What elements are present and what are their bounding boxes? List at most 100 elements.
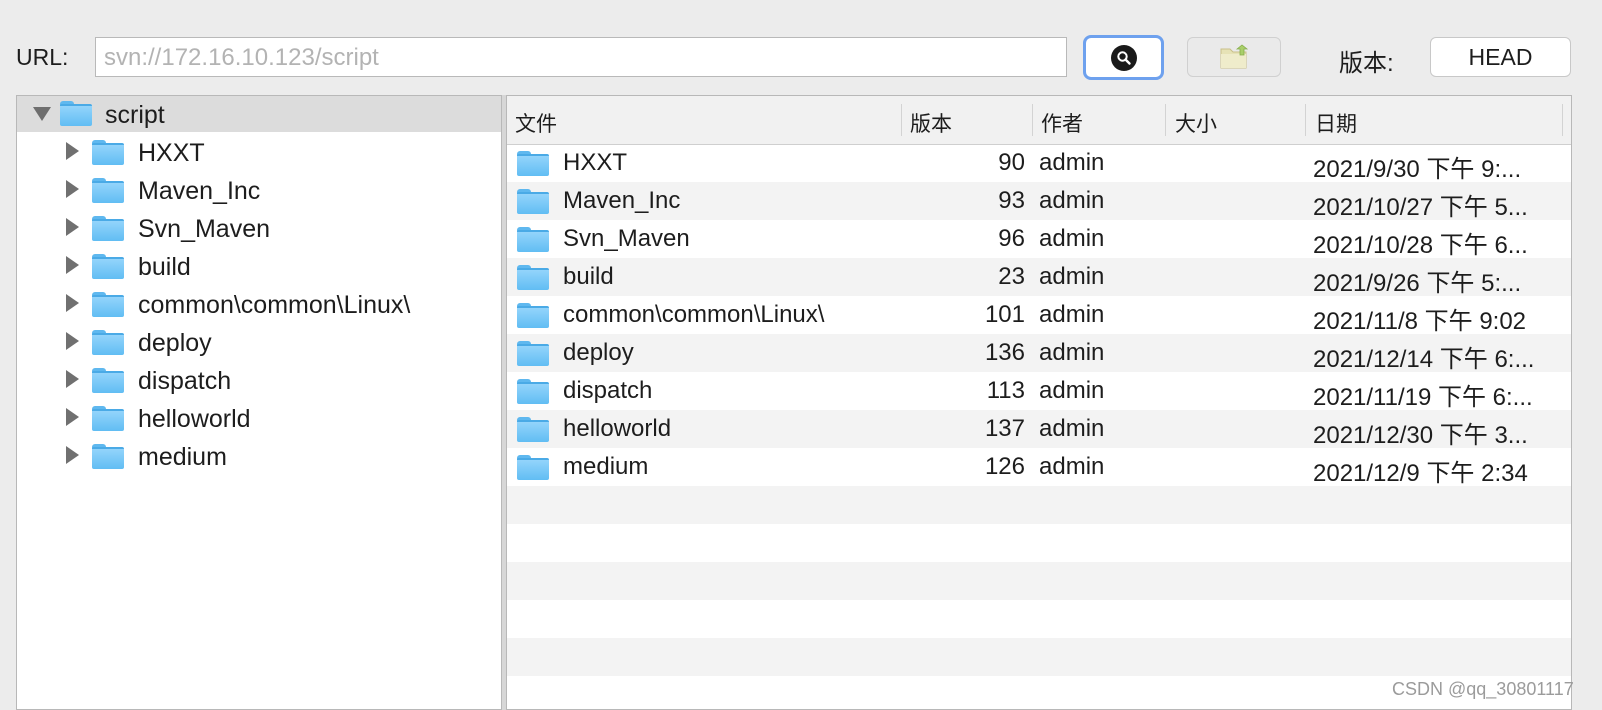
tree-item-label: dispatch [138, 367, 232, 395]
tree-item[interactable]: helloworld [17, 400, 487, 436]
folder-icon [92, 254, 124, 279]
tree-item[interactable]: medium [17, 438, 487, 474]
revision-cell: 137 [984, 415, 1025, 442]
folder-tree: script HXXT Maven_Inc Svn_Mavenbuild common… [16, 95, 502, 710]
expand-arrow-icon[interactable] [66, 218, 79, 236]
tree-item-label: Maven_Inc [138, 177, 261, 205]
folder-icon [517, 417, 549, 442]
empty-row [507, 524, 1571, 562]
expand-arrow-icon[interactable] [66, 294, 79, 312]
date-cell: 2021/11/8 下午 9:02 [1313, 308, 1527, 335]
column-divider[interactable] [1562, 104, 1563, 136]
folder-icon [92, 406, 124, 431]
expand-arrow-icon[interactable] [66, 408, 79, 426]
expand-arrow-icon[interactable] [66, 446, 79, 464]
column-divider[interactable] [1032, 104, 1033, 136]
date-cell: 2021/12/14 下午 6:... [1313, 346, 1535, 373]
folder-icon [517, 227, 549, 252]
file-name-cell: Svn_Maven [563, 225, 690, 252]
empty-row [507, 562, 1571, 600]
revision-button[interactable]: HEAD [1430, 37, 1571, 77]
watermark: CSDN @qq_30801117 [1392, 679, 1574, 699]
tree-item[interactable]: common\common\Linux\ [17, 286, 487, 322]
column-header-author[interactable]: 作者 [1041, 108, 1083, 138]
folder-icon [517, 455, 549, 480]
revision-cell: 126 [984, 453, 1025, 480]
folder-icon [92, 330, 124, 355]
tree-root-item[interactable]: script [17, 96, 501, 132]
file-name-cell: Maven_Inc [563, 187, 681, 214]
tree-item-label: common\common\Linux\ [138, 291, 411, 319]
date-cell: 2021/11/19 下午 6:... [1313, 384, 1533, 411]
folder-icon [92, 178, 124, 203]
tree-item[interactable]: dispatch [17, 362, 487, 398]
author-cell: admin [1039, 301, 1105, 328]
tree-item[interactable]: deploy [17, 324, 487, 360]
expand-arrow-icon[interactable] [66, 142, 79, 160]
tree-item[interactable]: Maven_Inc [17, 172, 487, 208]
revision-cell: 96 [998, 225, 1025, 252]
date-cell: 2021/12/9 下午 2:34 [1313, 460, 1528, 487]
author-cell: admin [1039, 149, 1105, 176]
revision-cell: 23 [998, 263, 1025, 290]
file-name-cell: HXXT [563, 149, 628, 176]
author-cell: admin [1039, 225, 1105, 252]
table-row[interactable]: build 23 admin 2021/9/26 下午 5:... [507, 258, 1571, 297]
tree-item[interactable]: Svn_Maven [17, 210, 487, 246]
table-row[interactable]: deploy 136 admin 2021/12/14 下午 6:... [507, 334, 1571, 373]
table-row[interactable]: common\common\Linux\ 101 admin 2021/11/8 下午… [507, 296, 1571, 335]
folder-icon [60, 101, 92, 126]
table-row[interactable]: helloworld 137 admin 2021/12/30 下午 3... [507, 410, 1571, 449]
expand-arrow-icon[interactable] [66, 256, 79, 274]
column-divider[interactable] [1305, 104, 1306, 136]
folder-icon [517, 303, 549, 328]
date-cell: 2021/10/28 下午 6... [1313, 232, 1528, 259]
tree-item-label: helloworld [138, 405, 251, 433]
url-input[interactable] [95, 37, 1067, 77]
file-name-cell: dispatch [563, 377, 653, 404]
tree-item-label: HXXT [138, 139, 205, 167]
folder-icon [92, 216, 124, 241]
revision-label: 版本: [1339, 50, 1394, 77]
revision-cell: 101 [984, 301, 1025, 328]
column-header-size[interactable]: 大小 [1175, 108, 1217, 138]
table-row[interactable]: HXXT 90 admin 2021/9/30 下午 9:... [507, 144, 1571, 183]
column-header-file[interactable]: 文件 [515, 108, 557, 138]
tree-item-label: Svn_Maven [138, 215, 271, 243]
empty-row [507, 638, 1571, 676]
expand-arrow-icon[interactable] [66, 370, 79, 388]
file-list-header: 文件 版本 作者 大小 日期 [507, 96, 1571, 145]
url-label: URL: [16, 44, 69, 70]
column-divider[interactable] [901, 104, 902, 136]
expand-arrow-icon[interactable] [66, 332, 79, 350]
table-row[interactable]: Maven_Inc 93 admin 2021/10/27 下午 5... [507, 182, 1571, 221]
folder-icon [517, 189, 549, 214]
tree-item-label: medium [138, 443, 227, 471]
folder-icon [517, 379, 549, 404]
table-row[interactable]: dispatch 113 admin 2021/11/19 下午 6:... [507, 372, 1571, 411]
date-cell: 2021/9/26 下午 5:... [1313, 270, 1522, 297]
folder-icon [517, 341, 549, 366]
column-header-date[interactable]: 日期 [1315, 108, 1357, 138]
column-divider[interactable] [1165, 104, 1166, 136]
file-name-cell: common\common\Linux\ [563, 301, 825, 328]
author-cell: admin [1039, 263, 1105, 290]
search-button[interactable] [1083, 35, 1164, 80]
folder-icon [92, 368, 124, 393]
expand-arrow-icon[interactable] [66, 180, 79, 198]
folder-up-icon [1220, 44, 1249, 69]
toolbar: URL: 版本: HEAD [0, 0, 1602, 92]
search-icon [1110, 44, 1137, 71]
folder-up-button[interactable] [1187, 37, 1281, 77]
column-header-revision[interactable]: 版本 [910, 108, 952, 138]
table-row[interactable]: Svn_Maven 96 admin 2021/10/28 下午 6... [507, 220, 1571, 259]
collapse-arrow-icon[interactable] [33, 107, 51, 121]
tree-item-label: deploy [138, 329, 212, 357]
author-cell: admin [1039, 187, 1105, 214]
table-row[interactable]: medium 126 admin 2021/12/9 下午 2:34 [507, 448, 1571, 487]
revision-cell: 113 [986, 377, 1025, 404]
tree-item[interactable]: HXXT [17, 134, 487, 170]
tree-item[interactable]: build [17, 248, 487, 284]
author-cell: admin [1039, 339, 1105, 366]
revision-cell: 93 [998, 187, 1025, 214]
